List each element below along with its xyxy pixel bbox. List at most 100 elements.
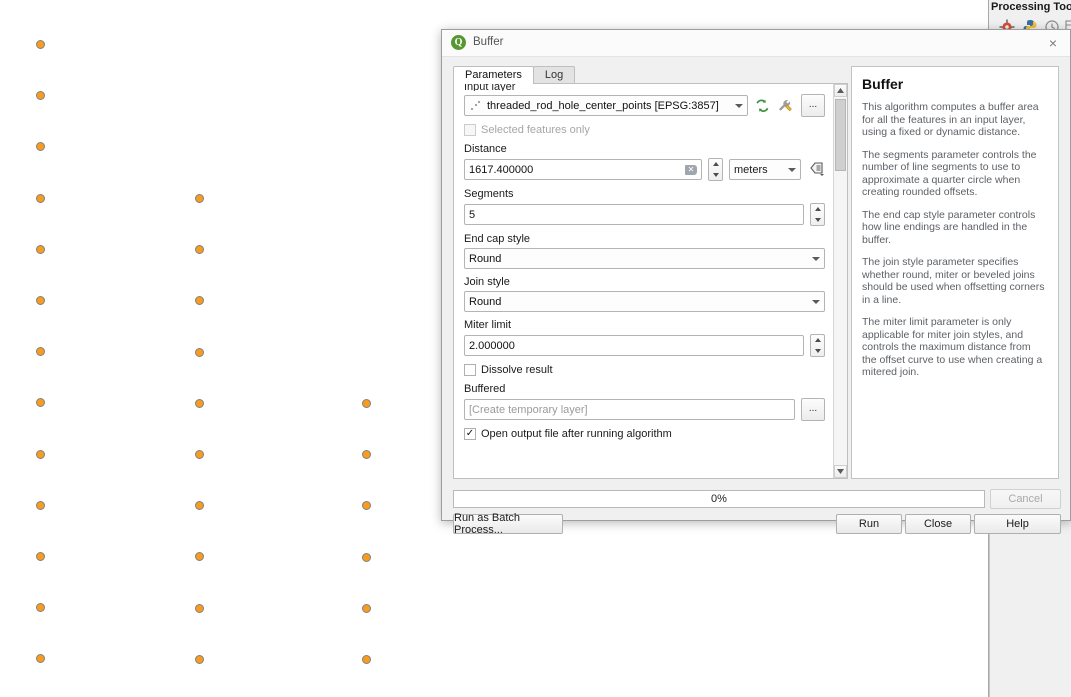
map-point[interactable] xyxy=(36,245,45,254)
map-point[interactable] xyxy=(195,604,204,613)
selected-features-only-checkbox[interactable] xyxy=(464,124,476,136)
input-layer-select[interactable]: threaded_rod_hole_center_points [EPSG:38… xyxy=(464,95,748,116)
map-point[interactable] xyxy=(362,450,371,459)
stepper-down-icon[interactable] xyxy=(712,172,719,177)
buffered-output-placeholder: [Create temporary layer] xyxy=(469,403,588,416)
distance-units-value: meters xyxy=(734,163,768,176)
map-point[interactable] xyxy=(195,655,204,664)
miter-limit-stepper[interactable] xyxy=(810,334,825,357)
distance-stepper[interactable] xyxy=(708,158,723,181)
dissolve-result-row[interactable]: Dissolve result xyxy=(464,364,825,376)
help-button[interactable]: Help xyxy=(974,514,1061,534)
end-cap-style-row: Round xyxy=(464,248,825,269)
help-title: Buffer xyxy=(862,76,904,92)
map-point[interactable] xyxy=(36,296,45,305)
input-layer-value: threaded_rod_hole_center_points [EPSG:38… xyxy=(487,99,719,112)
data-defined-override-icon[interactable] xyxy=(807,161,825,179)
map-point[interactable] xyxy=(195,552,204,561)
input-layer-label: Input layer xyxy=(464,83,516,91)
dialog-tabs[interactable]: Parameters Log xyxy=(453,66,576,84)
run-button[interactable]: Run xyxy=(836,514,902,534)
close-icon[interactable]: × xyxy=(1044,34,1062,52)
help-paragraph: The join style parameter specifies wheth… xyxy=(862,256,1045,306)
parameters-scrollbar[interactable] xyxy=(833,84,847,478)
chevron-down-icon xyxy=(812,256,820,261)
stepper-up-icon[interactable] xyxy=(814,207,821,212)
map-point[interactable] xyxy=(36,142,45,151)
help-paragraph: The segments parameter controls the numb… xyxy=(862,148,1037,199)
map-point[interactable] xyxy=(195,450,204,459)
wrench-icon[interactable] xyxy=(777,98,795,114)
help-paragraph: The end cap style parameter controls how… xyxy=(862,208,1036,246)
map-point[interactable] xyxy=(362,553,371,562)
iterate-refresh-icon[interactable] xyxy=(754,98,771,114)
map-point[interactable] xyxy=(36,398,45,407)
stepper-down-icon[interactable] xyxy=(814,217,821,222)
distance-value: 1617.400000 xyxy=(469,163,534,176)
run-as-batch-button[interactable]: Run as Batch Process... xyxy=(453,512,563,536)
join-style-select[interactable]: Round xyxy=(464,291,825,312)
miter-limit-value: 2.000000 xyxy=(469,339,515,352)
stepper-up-icon[interactable] xyxy=(712,162,719,167)
distance-input[interactable]: 1617.400000 ✕ xyxy=(464,159,702,180)
end-cap-style-select[interactable]: Round xyxy=(464,248,825,269)
map-point[interactable] xyxy=(195,194,204,203)
map-point[interactable] xyxy=(36,603,45,612)
buffered-output-label: Buffered xyxy=(464,383,506,395)
join-style-label: Join style xyxy=(464,276,510,288)
dissolve-result-checkbox[interactable] xyxy=(464,364,476,376)
map-point[interactable] xyxy=(362,501,371,510)
buffered-output-row: [Create temporary layer] ... xyxy=(464,398,825,421)
segments-label: Segments xyxy=(464,188,514,200)
map-point[interactable] xyxy=(36,91,45,100)
qgis-logo-icon: Q xyxy=(451,35,466,50)
scrollbar-thumb[interactable] xyxy=(835,99,846,171)
segments-stepper[interactable] xyxy=(810,203,825,226)
map-point[interactable] xyxy=(36,194,45,203)
buffered-output-input[interactable]: [Create temporary layer] xyxy=(464,399,795,420)
scroll-down-icon[interactable] xyxy=(834,465,847,478)
map-point[interactable] xyxy=(195,399,204,408)
map-point[interactable] xyxy=(36,347,45,356)
distance-units-select[interactable]: meters xyxy=(729,159,801,180)
segments-input[interactable]: 5 xyxy=(464,204,804,225)
open-output-label: Open output file after running algorithm xyxy=(481,428,672,440)
help-paragraph: This algorithm computes a buffer area fo… xyxy=(862,101,1039,138)
dissolve-result-label: Dissolve result xyxy=(481,364,553,376)
miter-limit-input[interactable]: 2.000000 xyxy=(464,335,804,356)
tab-parameters[interactable]: Parameters xyxy=(453,66,534,84)
chevron-down-icon xyxy=(788,167,796,172)
cancel-button[interactable]: Cancel xyxy=(990,489,1061,509)
map-point[interactable] xyxy=(362,655,371,664)
distance-row: 1617.400000 ✕ meters xyxy=(464,158,825,181)
map-point[interactable] xyxy=(36,552,45,561)
map-point[interactable] xyxy=(362,604,371,613)
input-layer-browse-button[interactable]: ... xyxy=(801,94,825,117)
chevron-down-icon xyxy=(735,103,743,108)
close-button[interactable]: Close xyxy=(905,514,971,534)
open-output-row[interactable]: ✓ Open output file after running algorit… xyxy=(464,428,825,440)
selected-features-only-row[interactable]: Selected features only xyxy=(464,124,825,136)
map-point[interactable] xyxy=(195,296,204,305)
stepper-up-icon[interactable] xyxy=(814,338,821,343)
clear-x-icon[interactable]: ✕ xyxy=(685,164,697,175)
chevron-down-icon xyxy=(812,299,820,304)
miter-limit-row: 2.000000 xyxy=(464,334,825,357)
map-point[interactable] xyxy=(362,399,371,408)
selected-features-only-label: Selected features only xyxy=(481,124,590,136)
map-point[interactable] xyxy=(195,501,204,510)
help-panel: Buffer This algorithm computes a buffer … xyxy=(851,66,1059,479)
map-point[interactable] xyxy=(36,40,45,49)
dialog-title: Buffer xyxy=(473,36,504,48)
tab-log[interactable]: Log xyxy=(532,66,576,84)
map-point[interactable] xyxy=(36,501,45,510)
dialog-titlebar[interactable]: Q Buffer × xyxy=(442,30,1070,57)
scroll-up-icon[interactable] xyxy=(834,84,847,97)
stepper-down-icon[interactable] xyxy=(814,348,821,353)
map-point[interactable] xyxy=(195,348,204,357)
map-point[interactable] xyxy=(36,654,45,663)
map-point[interactable] xyxy=(36,450,45,459)
open-output-checkbox[interactable]: ✓ xyxy=(464,428,476,440)
map-point[interactable] xyxy=(195,245,204,254)
buffered-output-browse-button[interactable]: ... xyxy=(801,398,825,421)
